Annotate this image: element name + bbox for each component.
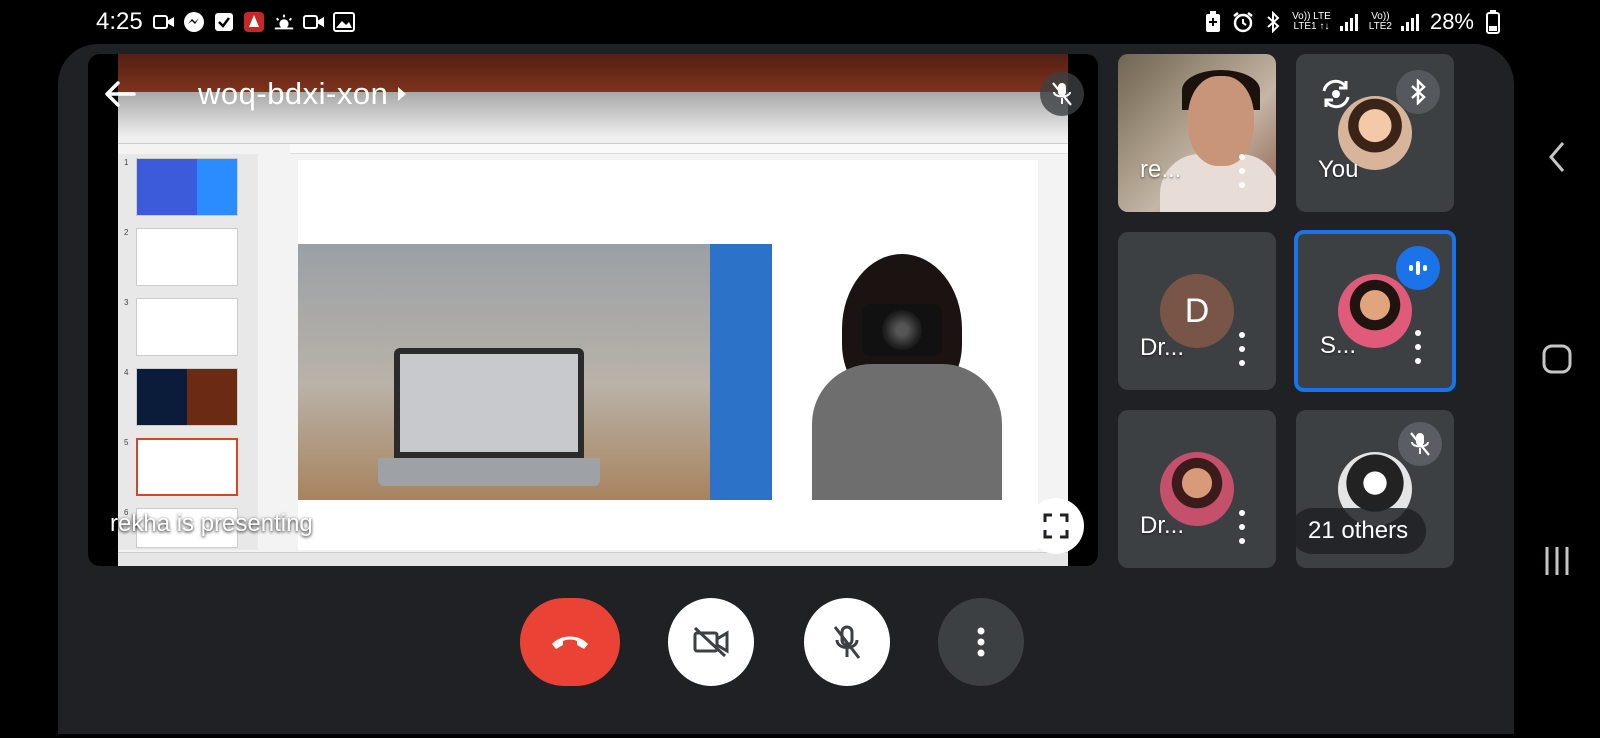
slide-blue-bar (710, 244, 772, 500)
ppt-statusbar (118, 552, 1068, 566)
slide-photo-camera (772, 244, 1038, 500)
bluetooth-icon (1411, 79, 1426, 105)
slide-thumb-5 (136, 438, 238, 496)
battery-saver-icon (1202, 11, 1224, 33)
laptop-screen (394, 348, 584, 458)
network-sim2: Vo)) LTE2 (1368, 11, 1392, 32)
signal-icon (1400, 11, 1422, 33)
nav-back-button[interactable] (1532, 132, 1582, 182)
meet-call-screen: 1 2 3 4 5 6 woq-bdxi-xon rekha is presen… (58, 44, 1514, 734)
participant-name: Dr... (1140, 512, 1185, 539)
participant-tile[interactable]: re... (1118, 54, 1276, 212)
meeting-code: woq-bdxi-xon (198, 76, 389, 111)
battery-percent: 28% (1429, 9, 1474, 34)
status-bar: 4:25 Vo)) LTE LTE1 ↑↓ Vo)) LTE2 28% (0, 0, 1600, 44)
participant-name: S... (1320, 332, 1357, 359)
slide-photo-laptop (298, 244, 710, 500)
video-call-icon (152, 11, 175, 33)
others-tile[interactable]: 21 others (1290, 410, 1454, 568)
slide-thumb-2 (136, 228, 238, 286)
slide-thumb-4 (136, 368, 238, 426)
others-count[interactable]: 21 others (1290, 508, 1427, 554)
ppt-ruler (290, 144, 1068, 154)
system-icons: Vo)) LTE LTE1 ↑↓ Vo)) LTE2 28% (1202, 9, 1504, 35)
self-tile[interactable]: You (1296, 54, 1454, 212)
fullscreen-icon (1043, 513, 1069, 539)
participant-name: re... (1140, 156, 1182, 183)
alarm-icon (1232, 11, 1254, 33)
laptop-keyboard (378, 458, 600, 486)
nav-home-button[interactable] (1532, 334, 1582, 384)
recents-icon (1545, 547, 1569, 575)
end-call-button[interactable] (520, 598, 620, 686)
presentation-tile[interactable]: 1 2 3 4 5 6 woq-bdxi-xon rekha is presen… (88, 54, 1098, 566)
battery-icon (1482, 10, 1504, 34)
participant-tile[interactable]: D Dr... (1118, 232, 1276, 390)
mic-off-icon (1052, 82, 1072, 106)
mic-toggle-button[interactable] (804, 598, 890, 686)
gallery-icon (332, 11, 355, 33)
fullscreen-button[interactable] (1028, 498, 1084, 554)
videocam-off-icon (693, 626, 729, 658)
slide-thumb-3 (136, 298, 238, 356)
nav-recents-button[interactable] (1532, 536, 1582, 586)
network-sim1: Vo)) LTE LTE1 ↑↓ (1292, 11, 1331, 32)
back-button[interactable] (102, 76, 138, 112)
clock: 4:25 (96, 8, 143, 35)
more-vert-icon[interactable] (1238, 332, 1246, 366)
mic-off-icon (1410, 432, 1430, 456)
slide-thumb-1 (136, 158, 238, 216)
chevron-right-icon (398, 87, 407, 101)
participant-tile[interactable]: Dr... (1118, 410, 1276, 568)
participant-name: You (1318, 156, 1359, 183)
more-options-button[interactable] (938, 598, 1024, 686)
chevron-left-icon (1549, 142, 1565, 172)
mic-off-icon (833, 625, 861, 659)
more-vert-icon[interactable] (1238, 154, 1246, 188)
presenter-muted-indicator (1040, 72, 1084, 116)
home-square-icon (1542, 344, 1572, 374)
video-icon (302, 11, 325, 33)
more-vert-icon[interactable] (1238, 510, 1246, 544)
call-controls (58, 592, 1514, 692)
camera-toggle-button[interactable] (668, 598, 754, 686)
speaking-indicator (1396, 246, 1440, 290)
notification-icons (152, 11, 355, 33)
android-navigation-bar (1514, 44, 1600, 738)
messenger-icon (183, 11, 205, 33)
call-end-icon (552, 636, 588, 649)
weather-icon (273, 11, 295, 33)
more-vert-icon[interactable] (1414, 330, 1422, 364)
presenting-label: rekha is presenting (110, 510, 313, 537)
back-arrow-icon (105, 81, 136, 107)
muted-indicator (1398, 422, 1442, 466)
more-vert-icon (977, 627, 985, 657)
bluetooth-icon (1262, 11, 1284, 33)
slide-thumbnails: 1 2 3 4 5 6 (118, 154, 258, 550)
current-slide (298, 160, 1038, 550)
signal-icon (1339, 11, 1361, 33)
audio-level-icon (1409, 261, 1427, 275)
camera-image (862, 304, 942, 356)
participant-name: Dr... (1140, 334, 1185, 361)
participant-tile-active-speaker[interactable]: S... (1294, 230, 1456, 392)
app-icon (243, 11, 265, 33)
checkbox-icon (213, 11, 235, 33)
participant-video (1118, 54, 1276, 212)
meeting-code-button[interactable]: woq-bdxi-xon (198, 76, 407, 112)
